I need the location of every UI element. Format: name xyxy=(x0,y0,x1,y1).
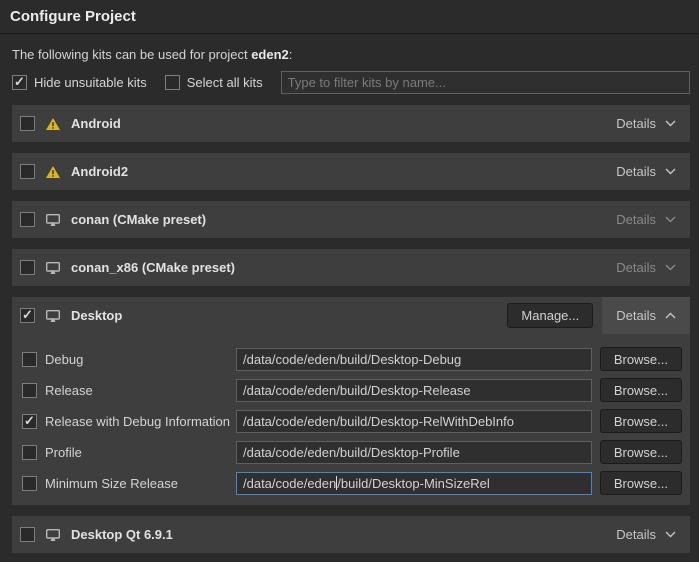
details-label: Details xyxy=(616,212,656,227)
monitor-icon xyxy=(45,261,61,275)
monitor-icon xyxy=(45,528,61,542)
details-label: Details xyxy=(616,260,656,275)
kit-name: Android2 xyxy=(71,164,128,179)
chevron-down-icon xyxy=(665,264,676,271)
warning-icon xyxy=(45,165,61,179)
intro-prefix: The following kits can be used for proje… xyxy=(12,47,251,62)
browse-button[interactable]: Browse... xyxy=(600,378,682,402)
select-all-kits-checkbox[interactable]: Select all kits xyxy=(165,75,263,90)
kit-name: Desktop Qt 6.9.1 xyxy=(71,527,173,542)
kit-row-desktop[interactable]: Desktop Manage... Details xyxy=(12,297,690,334)
chevron-up-icon xyxy=(665,312,676,319)
warning-icon xyxy=(45,117,61,131)
browse-button[interactable]: Browse... xyxy=(600,440,682,464)
details-toggle-button[interactable]: Details xyxy=(602,297,690,334)
kit-row-conan-x86[interactable]: conan_x86 (CMake preset) Details xyxy=(12,249,690,286)
kit-checkbox[interactable] xyxy=(20,212,35,227)
config-checkbox[interactable] xyxy=(22,352,37,367)
details-toggle-button[interactable]: Details xyxy=(602,153,690,190)
config-label: Profile xyxy=(45,445,82,460)
details-label: Details xyxy=(616,116,656,131)
kit-list: Android Details Android2 Details xyxy=(12,105,690,553)
project-name: eden2 xyxy=(251,47,289,62)
build-dir-input[interactable] xyxy=(236,410,592,433)
chevron-down-icon xyxy=(665,531,676,538)
config-row-debug: Debug Browse... xyxy=(22,347,682,371)
config-label: Debug xyxy=(45,352,83,367)
config-row-relwithdebinfo: Release with Debug Information Browse... xyxy=(22,409,682,433)
config-row-release: Release Browse... xyxy=(22,378,682,402)
config-label: Minimum Size Release xyxy=(45,476,178,491)
kit-row-desktop-qt[interactable]: Desktop Qt 6.9.1 Details xyxy=(12,516,690,553)
chevron-down-icon xyxy=(665,216,676,223)
kit-checkbox[interactable] xyxy=(20,260,35,275)
details-toggle-button[interactable]: Details xyxy=(602,201,690,238)
manage-kits-button[interactable]: Manage... xyxy=(507,303,593,328)
checkbox-box[interactable] xyxy=(12,75,27,90)
monitor-icon xyxy=(45,309,61,323)
kit-row-conan[interactable]: conan (CMake preset) Details xyxy=(12,201,690,238)
path-after-caret: /build/Desktop-MinSizeRel xyxy=(337,476,489,491)
config-checkbox[interactable] xyxy=(22,476,37,491)
build-dir-input[interactable] xyxy=(236,379,592,402)
details-label: Details xyxy=(616,164,656,179)
config-row-minsizerel: Minimum Size Release /data/code/eden/bui… xyxy=(22,471,682,495)
browse-button[interactable]: Browse... xyxy=(600,471,682,495)
config-checkbox[interactable] xyxy=(22,445,37,460)
kit-name: Android xyxy=(71,116,121,131)
kit-row-android[interactable]: Android Details xyxy=(12,105,690,142)
config-label: Release xyxy=(45,383,93,398)
config-checkbox[interactable] xyxy=(22,414,37,429)
build-dir-input[interactable] xyxy=(236,441,592,464)
kit-name: conan_x86 (CMake preset) xyxy=(71,260,235,275)
path-before-caret: /data/code/eden xyxy=(243,476,336,491)
details-label: Details xyxy=(616,308,656,323)
build-config-list: Debug Browse... Release Browse... xyxy=(12,334,690,505)
details-toggle-button[interactable]: Details xyxy=(602,516,690,553)
intro-text: The following kits can be used for proje… xyxy=(12,47,690,62)
kit-name: conan (CMake preset) xyxy=(71,212,206,227)
chevron-down-icon xyxy=(665,120,676,127)
checkbox-label: Select all kits xyxy=(187,75,263,90)
config-label: Release with Debug Information xyxy=(45,414,230,429)
kit-panel-desktop: Desktop Manage... Details Debug Browse..… xyxy=(12,297,690,505)
config-row-profile: Profile Browse... xyxy=(22,440,682,464)
configure-project-pane: The following kits can be used for proje… xyxy=(0,47,699,553)
config-checkbox[interactable] xyxy=(22,383,37,398)
kit-checkbox[interactable] xyxy=(20,164,35,179)
page-title: Configure Project xyxy=(0,0,699,34)
kit-row-android2[interactable]: Android2 Details xyxy=(12,153,690,190)
monitor-icon xyxy=(45,213,61,227)
checkbox-box[interactable] xyxy=(165,75,180,90)
kit-checkbox[interactable] xyxy=(20,116,35,131)
kit-filter-input[interactable] xyxy=(281,71,690,94)
kit-name: Desktop xyxy=(71,308,122,323)
details-toggle-button[interactable]: Details xyxy=(602,249,690,286)
details-toggle-button[interactable]: Details xyxy=(602,105,690,142)
browse-button[interactable]: Browse... xyxy=(600,347,682,371)
checkbox-label: Hide unsuitable kits xyxy=(34,75,147,90)
kit-checkbox[interactable] xyxy=(20,308,35,323)
kit-checkbox[interactable] xyxy=(20,527,35,542)
intro-suffix: : xyxy=(289,47,293,62)
browse-button[interactable]: Browse... xyxy=(600,409,682,433)
build-dir-input-focused[interactable]: /data/code/eden/build/Desktop-MinSizeRel xyxy=(236,472,592,495)
details-label: Details xyxy=(616,527,656,542)
build-dir-input[interactable] xyxy=(236,348,592,371)
chevron-down-icon xyxy=(665,168,676,175)
filter-bar: Hide unsuitable kits Select all kits xyxy=(12,71,690,94)
hide-unsuitable-kits-checkbox[interactable]: Hide unsuitable kits xyxy=(12,75,147,90)
